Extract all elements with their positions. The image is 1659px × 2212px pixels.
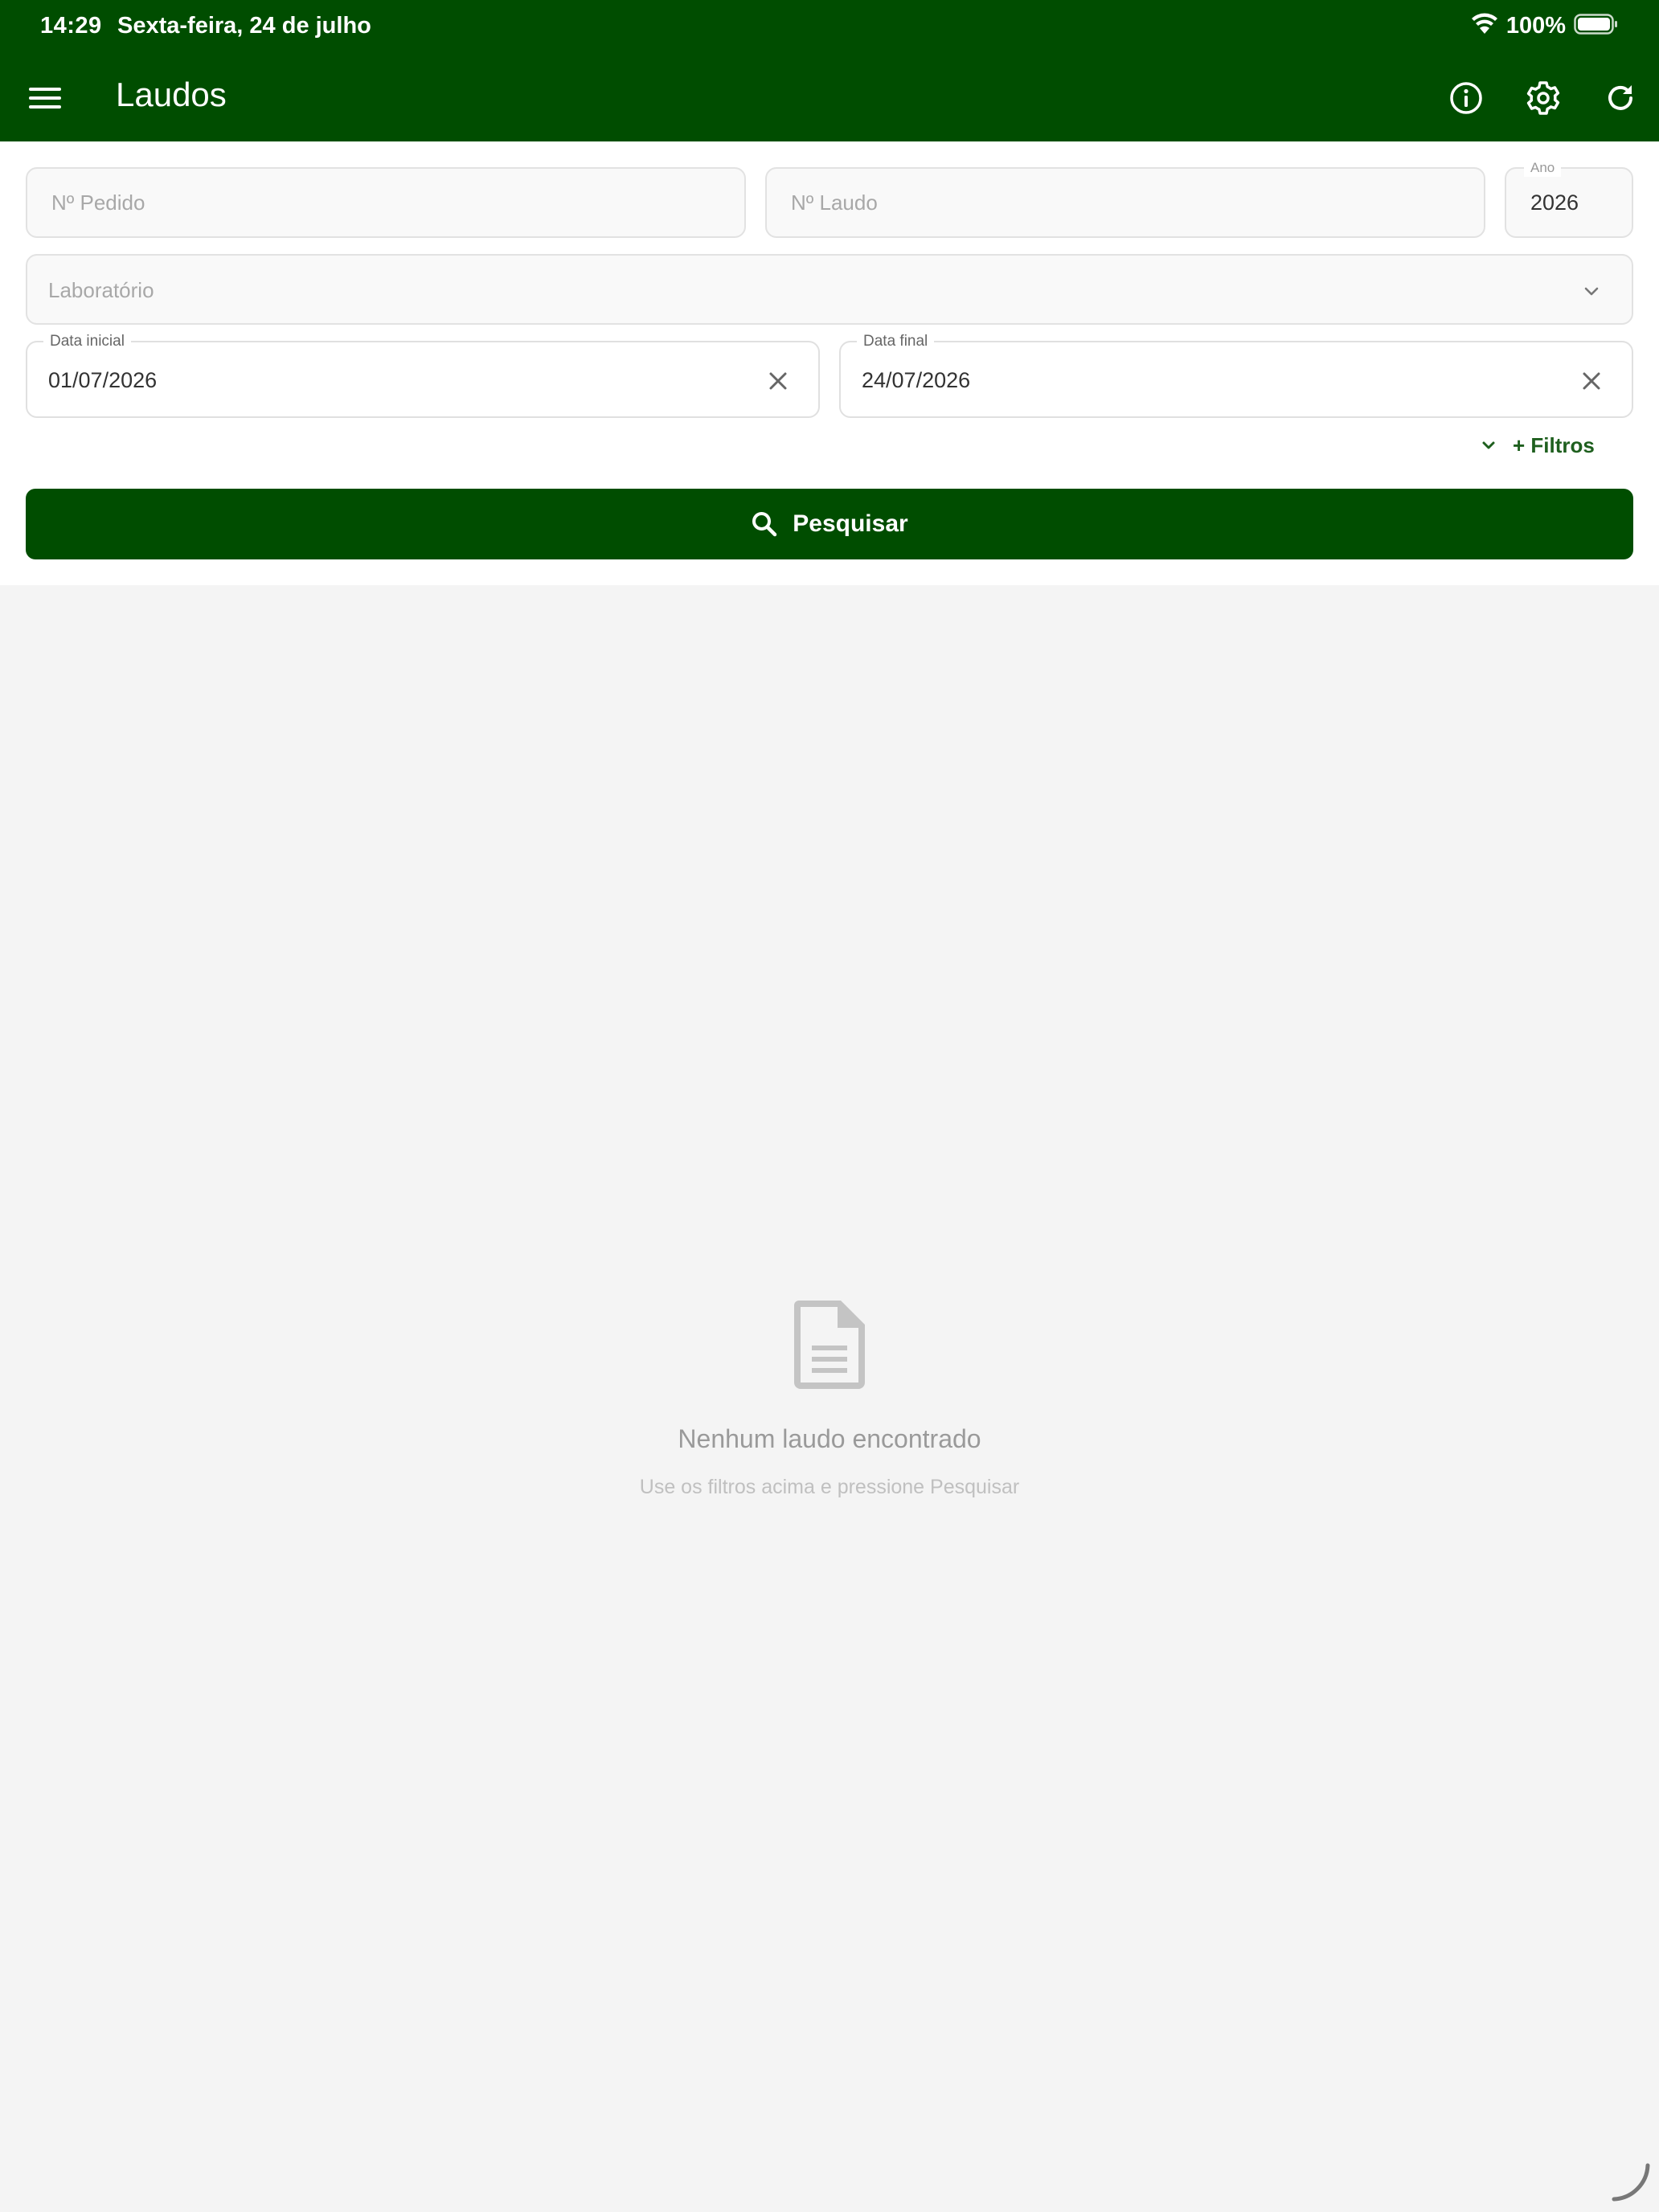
search-button[interactable]: Pesquisar (26, 489, 1633, 559)
ano-field: Ano (1505, 159, 1633, 238)
status-date: Sexta-feira, 24 de julho (117, 13, 371, 39)
document-icon (794, 1301, 865, 1389)
battery-percentage: 100% (1505, 12, 1566, 39)
status-right: 100% (1471, 11, 1619, 40)
laudo-input[interactable] (767, 169, 1484, 236)
toolbar: Laudos (0, 51, 1659, 141)
ano-input[interactable] (1506, 169, 1632, 236)
more-filters-button[interactable]: + Filtros (1479, 426, 1624, 465)
filter-panel: Ano Laboratório Data inicial 01/07/2026 … (0, 141, 1659, 585)
clear-data-inicial-button[interactable] (762, 365, 794, 397)
menu-button[interactable] (21, 74, 69, 122)
settings-button[interactable] (1519, 74, 1567, 122)
wifi-icon (1471, 13, 1498, 39)
status-bar: 14:29 Sexta-feira, 24 de julho 100% (0, 0, 1659, 51)
laboratorio-select[interactable]: Laboratório (26, 254, 1633, 325)
refresh-icon (1608, 85, 1632, 110)
data-final-field[interactable]: Data final 24/07/2026 (839, 333, 1633, 418)
data-inicial-field[interactable]: Data inicial 01/07/2026 (26, 333, 820, 418)
close-icon (1583, 372, 1600, 390)
chevron-down-icon (1482, 441, 1495, 449)
data-final-value: 24/07/2026 (862, 368, 971, 392)
loading-spinner-icon (1612, 2163, 1650, 2202)
info-icon (1450, 82, 1482, 114)
info-button[interactable] (1442, 74, 1490, 122)
app-bar: 14:29 Sexta-feira, 24 de julho 100% Laud… (0, 0, 1659, 141)
close-icon (769, 372, 787, 390)
clear-data-final-button[interactable] (1575, 365, 1608, 397)
laudo-field (765, 167, 1485, 238)
pedido-field (26, 167, 746, 238)
laboratorio-placeholder: Laboratório (48, 278, 154, 302)
data-inicial-value: 01/07/2026 (48, 368, 158, 392)
menu-icon (29, 88, 61, 109)
empty-state-title: Nenhum laudo encontrado (678, 1424, 981, 1453)
data-inicial-label: Data inicial (43, 333, 131, 350)
refresh-button[interactable] (1596, 74, 1645, 122)
gear-icon (1526, 81, 1560, 115)
search-icon (752, 512, 777, 537)
search-button-label: Pesquisar (793, 510, 908, 537)
battery-icon (1574, 13, 1619, 39)
chevron-down-icon (1584, 287, 1599, 296)
pedido-input[interactable] (27, 169, 744, 236)
status-time: 14:29 (40, 13, 102, 39)
page-title: Laudos (116, 76, 227, 113)
data-final-label: Data final (857, 333, 935, 350)
more-filters-label: + Filtros (1513, 432, 1595, 457)
empty-state-subtitle: Use os filtros acima e pressione Pesquis… (639, 1476, 1020, 1498)
